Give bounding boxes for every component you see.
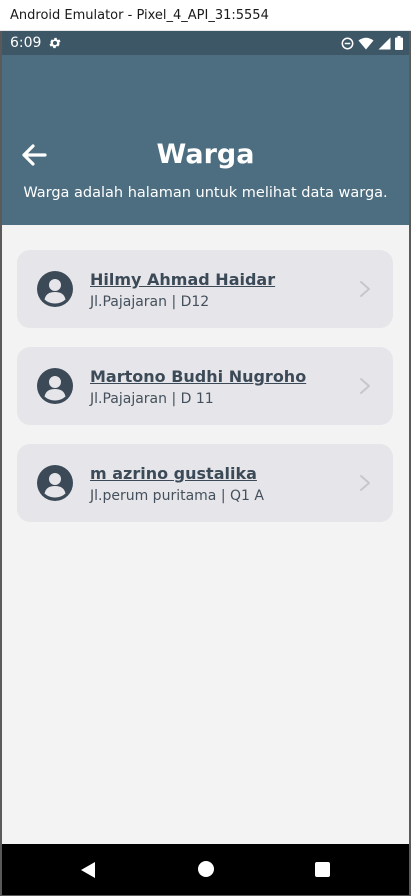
status-icons (341, 36, 403, 50)
chevron-right-icon (360, 378, 370, 394)
person-avatar-icon (37, 465, 73, 501)
person-avatar-icon (37, 271, 73, 307)
cell-signal-icon (378, 37, 391, 49)
resident-name[interactable]: m azrino gustalika (90, 464, 257, 483)
settings-gear-icon (49, 37, 61, 49)
resident-card[interactable]: m azrino gustalika Jl.perum puritama | Q… (17, 444, 393, 522)
wifi-icon (358, 37, 374, 49)
nav-back-triangle-icon[interactable] (80, 861, 96, 879)
nav-recents-square-icon[interactable] (315, 862, 330, 877)
chevron-right-icon (360, 281, 370, 297)
page-title: Warga (156, 139, 255, 170)
status-bar: 6:09 (2, 31, 409, 55)
page-header: Warga Warga adalah halaman untuk melihat… (2, 55, 409, 225)
resident-list: Hilmy Ahmad Haidar Jl.Pajajaran | D12 Ma… (17, 250, 393, 541)
do-not-disturb-icon (341, 37, 354, 49)
resident-address: Jl.Pajajaran | D12 (90, 294, 210, 310)
resident-address: Jl.perum puritama | Q1 A (90, 488, 264, 504)
phone-screen: 6:09 Warga Warga adalah halaman untuk me… (2, 31, 409, 895)
resident-card[interactable]: Martono Budhi Nugroho Jl.Pajajaran | D 1… (17, 347, 393, 425)
nav-home-circle-icon[interactable] (198, 861, 214, 877)
resident-name[interactable]: Hilmy Ahmad Haidar (90, 270, 275, 289)
emulator-window-title: Android Emulator - Pixel_4_API_31:5554 (10, 8, 269, 23)
emulator-title-bar: Android Emulator - Pixel_4_API_31:5554 (0, 0, 411, 31)
person-avatar-icon (37, 368, 73, 404)
resident-card[interactable]: Hilmy Ahmad Haidar Jl.Pajajaran | D12 (17, 250, 393, 328)
navigation-bar (2, 844, 409, 895)
status-time: 6:09 (10, 35, 42, 51)
battery-icon (395, 36, 403, 50)
resident-name[interactable]: Martono Budhi Nugroho (90, 367, 306, 386)
chevron-right-icon (360, 475, 370, 491)
resident-address: Jl.Pajajaran | D 11 (90, 391, 214, 407)
page-subtitle: Warga adalah halaman untuk melihat data … (23, 185, 388, 201)
